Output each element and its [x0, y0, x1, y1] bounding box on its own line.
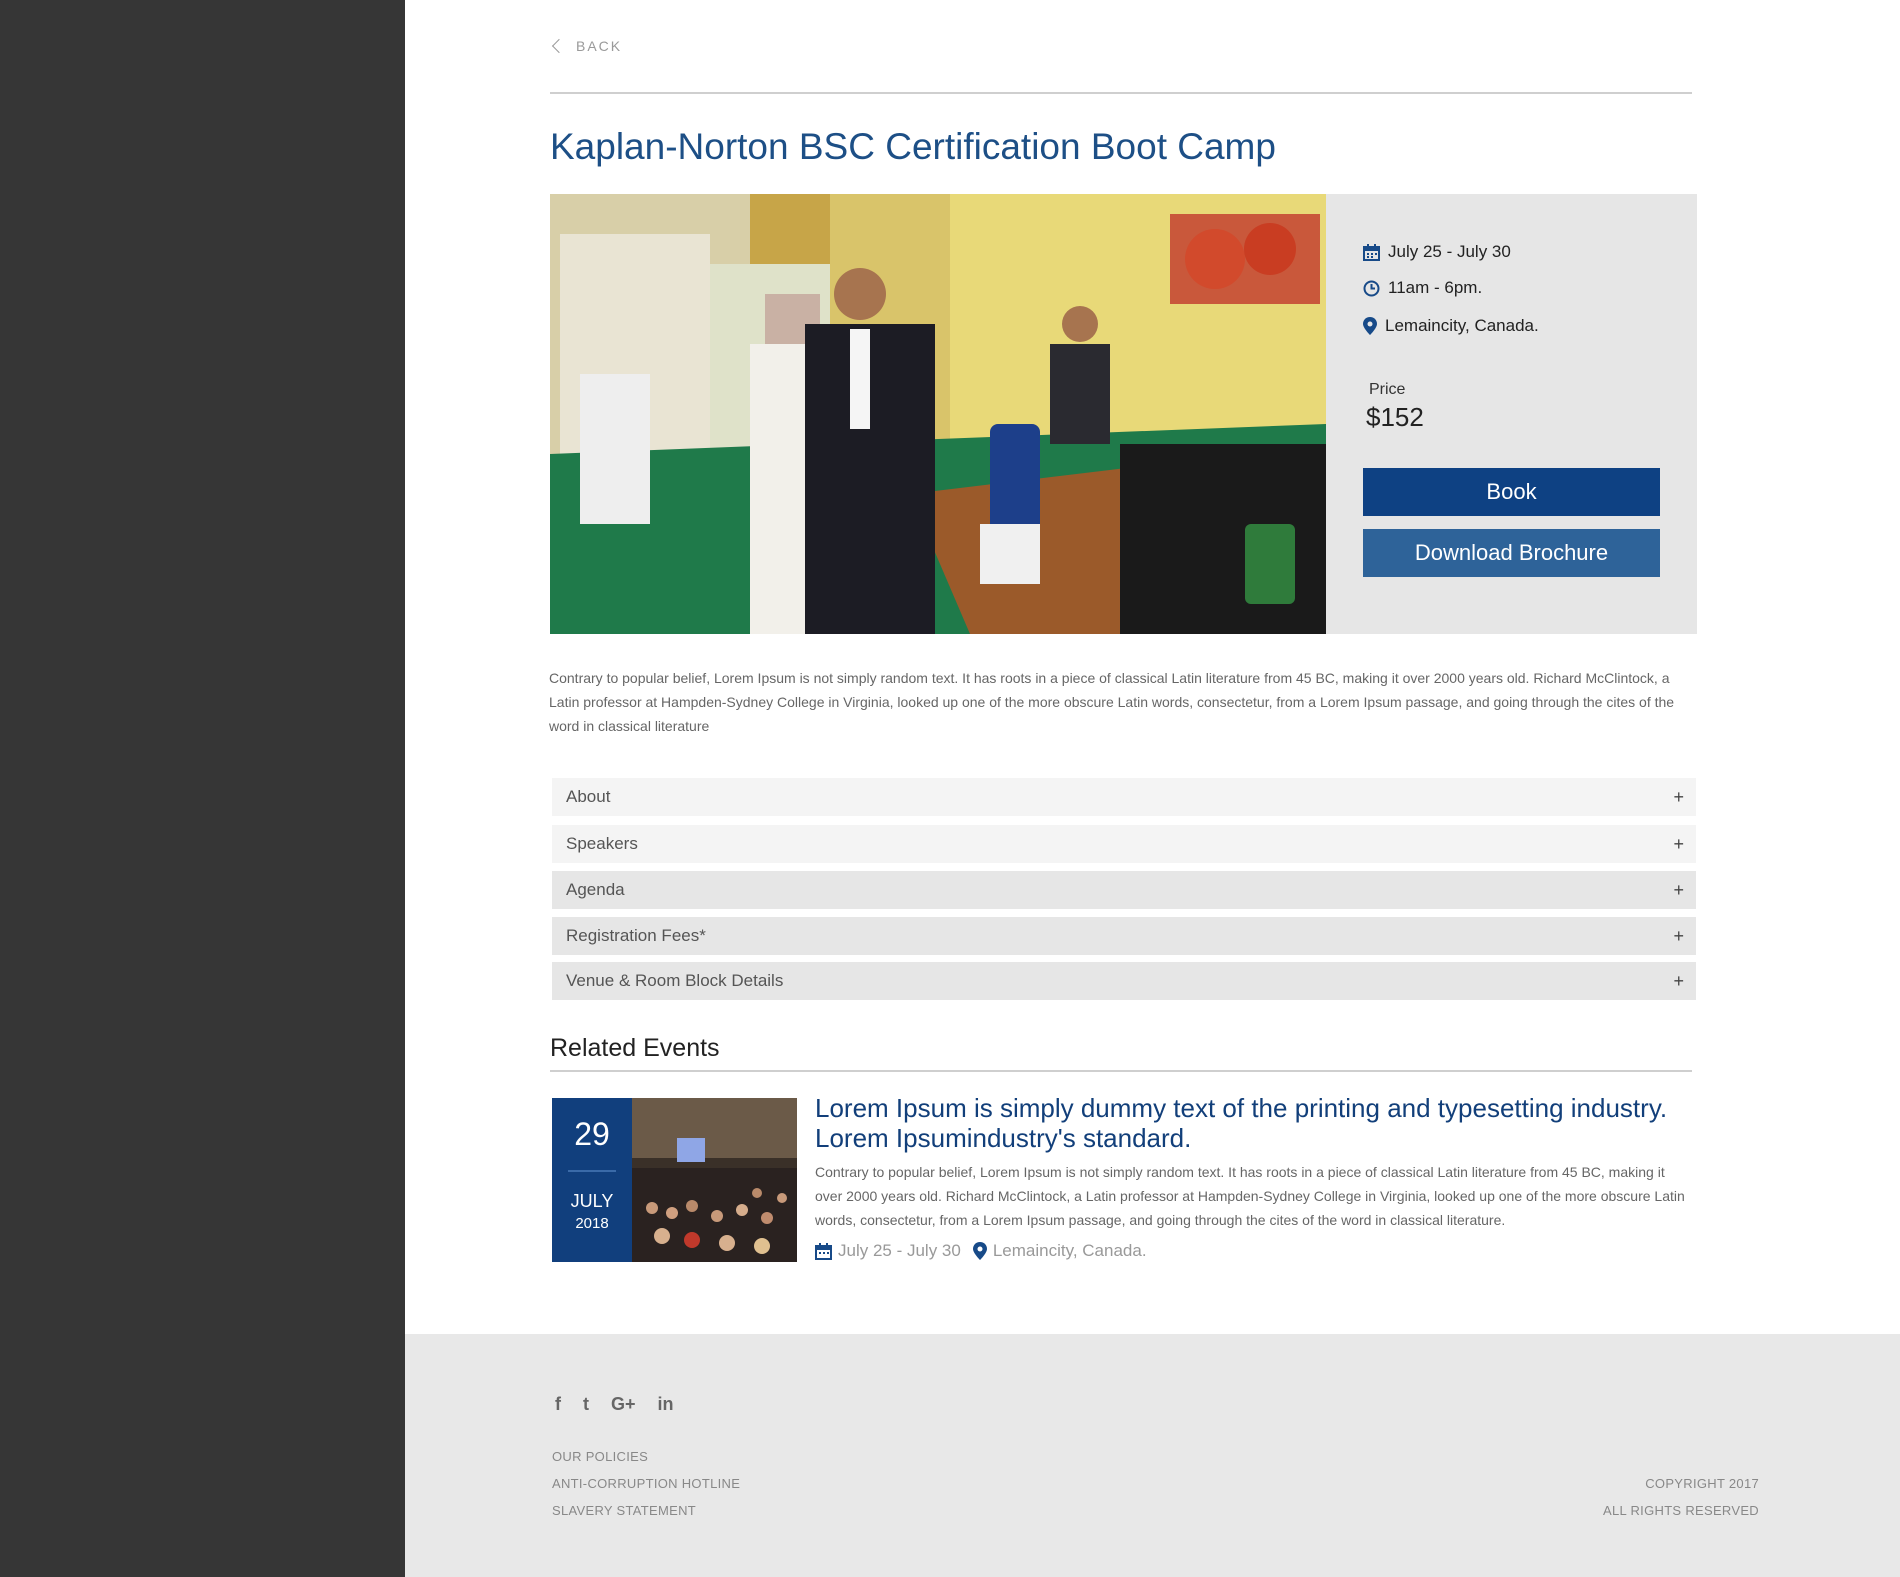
- event-photo: [550, 194, 1326, 634]
- accordion-label: Speakers: [566, 834, 638, 853]
- plus-icon: +: [1673, 970, 1684, 991]
- event-day: 29: [574, 1116, 610, 1152]
- twitter-icon[interactable]: t: [583, 1394, 589, 1415]
- footer: f t G+ in OUR POLICIES ANTI-CORRUPTION H…: [405, 1334, 1900, 1577]
- plus-icon: +: [1673, 786, 1684, 807]
- plus-icon: +: [1673, 879, 1684, 900]
- google-plus-icon[interactable]: G+: [611, 1394, 636, 1415]
- event-location: Lemaincity, Canada.: [1385, 316, 1539, 335]
- calendar-icon: [815, 1242, 832, 1260]
- divider: [568, 1170, 616, 1172]
- footer-link-slavery-statement[interactable]: SLAVERY STATEMENT: [552, 1503, 696, 1518]
- related-event-location: Lemaincity, Canada.: [992, 1241, 1147, 1260]
- event-date: July 25 - July 30: [1388, 242, 1511, 261]
- price-value: $152: [1366, 402, 1424, 432]
- footer-link-policies[interactable]: OUR POLICIES: [552, 1449, 648, 1464]
- accordion-label: Venue & Room Block Details: [566, 971, 784, 990]
- accordion-label: Registration Fees*: [566, 926, 706, 945]
- event-date-row: July 25 - July 30: [1363, 242, 1511, 262]
- left-sidebar: [0, 0, 405, 1577]
- back-link[interactable]: BACK: [550, 38, 622, 54]
- book-button[interactable]: Book: [1363, 468, 1660, 516]
- chevron-left-icon: [551, 38, 567, 54]
- page-title: Kaplan-Norton BSC Certification Boot Cam…: [550, 126, 1276, 167]
- related-event-title[interactable]: Lorem Ipsum is simply dummy text of the …: [815, 1093, 1705, 1153]
- event-month: JULY: [570, 1191, 614, 1211]
- divider: [550, 92, 1692, 94]
- plus-icon: +: [1673, 925, 1684, 946]
- map-pin-icon: [1363, 317, 1377, 335]
- event-photo-illustration: [550, 194, 1326, 634]
- plus-icon: +: [1673, 833, 1684, 854]
- related-event-photo: [632, 1098, 797, 1262]
- event-year: 2018: [575, 1215, 609, 1232]
- accordion-about[interactable]: About +: [552, 778, 1696, 816]
- footer-link-anti-corruption[interactable]: ANTI-CORRUPTION HOTLINE: [552, 1476, 740, 1491]
- social-links: f t G+ in: [555, 1394, 674, 1415]
- map-pin-icon: [972, 1242, 987, 1260]
- related-event-date-badge: 29 JULY 2018: [552, 1098, 632, 1262]
- event-info-panel: July 25 - July 30 11am - 6pm. Lemaincity…: [1326, 194, 1697, 634]
- related-event-date: July 25 - July 30: [838, 1241, 961, 1260]
- download-brochure-button[interactable]: Download Brochure: [1363, 529, 1660, 577]
- accordion-speakers[interactable]: Speakers +: [552, 825, 1696, 863]
- accordion-label: Agenda: [566, 880, 625, 899]
- accordion-venue[interactable]: Venue & Room Block Details +: [552, 962, 1696, 1000]
- rights-text: ALL RIGHTS RESERVED: [1603, 1503, 1759, 1518]
- facebook-icon[interactable]: f: [555, 1394, 561, 1415]
- event-hero: July 25 - July 30 11am - 6pm. Lemaincity…: [550, 194, 1697, 634]
- calendar-icon: [1363, 243, 1380, 261]
- price-label: Price: [1369, 381, 1406, 398]
- related-event-thumbnail[interactable]: 29 JULY 2018: [552, 1098, 797, 1262]
- related-events-heading: Related Events: [550, 1034, 720, 1062]
- accordion-label: About: [566, 787, 611, 806]
- related-event-description: Contrary to popular belief, Lorem Ipsum …: [815, 1164, 1685, 1228]
- event-description: Contrary to popular belief, Lorem Ipsum …: [549, 670, 1675, 734]
- accordion-registration-fees[interactable]: Registration Fees* +: [552, 917, 1696, 955]
- divider: [550, 1070, 1692, 1072]
- clock-icon: [1363, 280, 1380, 296]
- event-location-row: Lemaincity, Canada.: [1363, 316, 1539, 336]
- back-label: BACK: [576, 38, 623, 54]
- linkedin-icon[interactable]: in: [658, 1394, 674, 1415]
- related-event-meta: July 25 - July 30 Lemaincity, Canada.: [815, 1241, 1147, 1261]
- event-time: 11am - 6pm.: [1388, 278, 1483, 297]
- copyright-text: COPYRIGHT 2017: [1645, 1476, 1759, 1491]
- accordion-agenda[interactable]: Agenda +: [552, 871, 1696, 909]
- event-time-row: 11am - 6pm.: [1363, 278, 1482, 298]
